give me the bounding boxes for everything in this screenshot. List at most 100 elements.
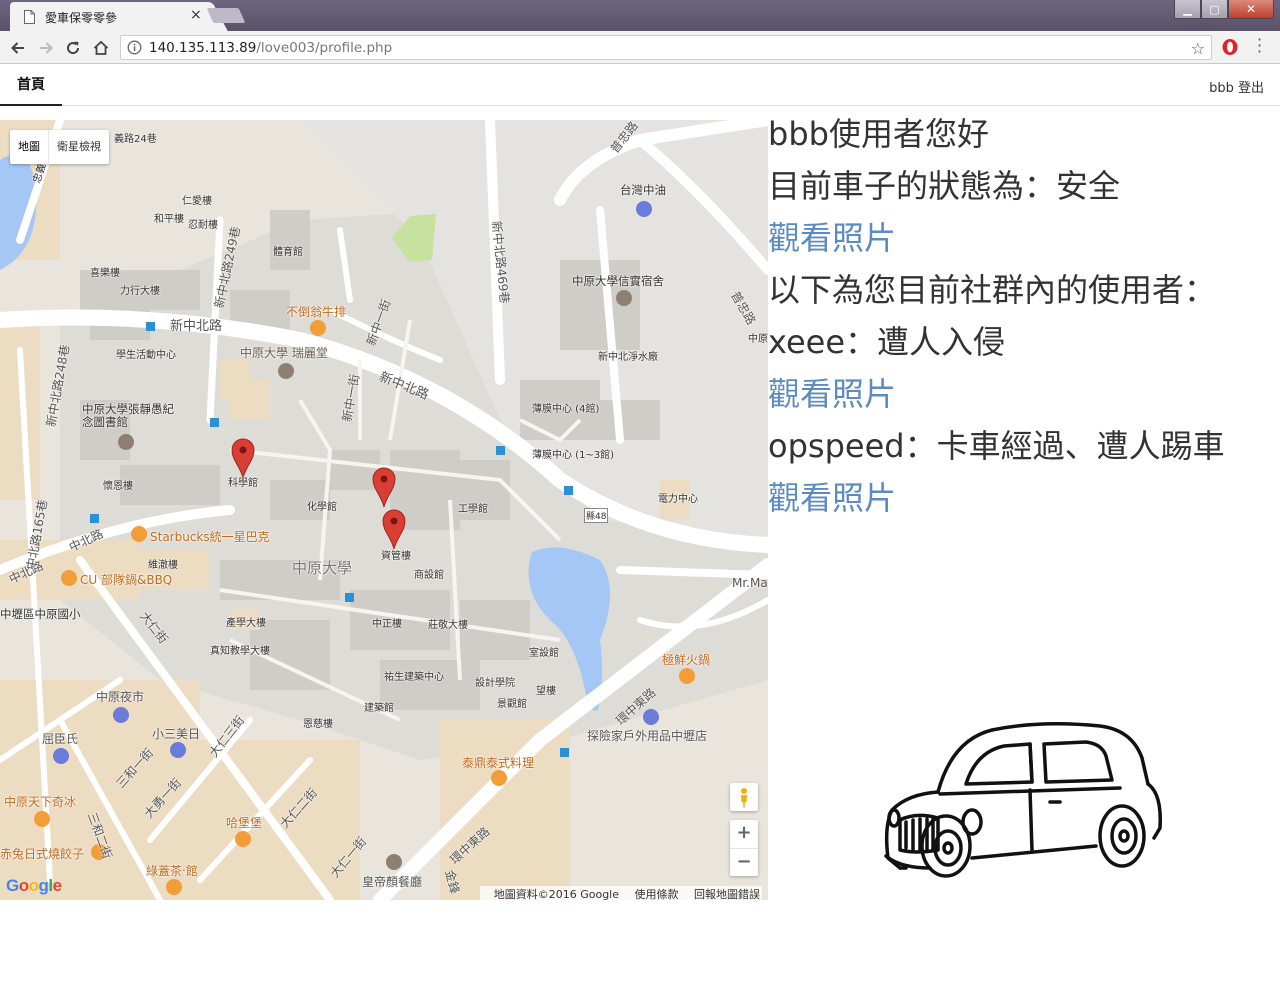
map-label: 中原大學張靜愚紀念圖書館	[82, 402, 174, 429]
route-shield: 縣48	[584, 508, 609, 523]
map-label: 新中北路	[170, 319, 223, 334]
nav-home-link[interactable]: 首頁	[0, 65, 62, 106]
map-type-map-button[interactable]: 地圖	[10, 130, 48, 164]
map-type-satellite-button[interactable]: 衛星檢視	[48, 130, 109, 164]
new-tab-button[interactable]	[206, 8, 246, 23]
map-label: 維澈樓	[148, 560, 178, 571]
map-label: 莊敬大樓	[428, 620, 468, 631]
map-label: 薄膜中心 (4館)	[532, 404, 600, 415]
zoom-in-button[interactable]: +	[730, 820, 758, 848]
map-label: 設計學院	[475, 678, 515, 689]
map-label: 懷恩樓	[103, 481, 133, 492]
opera-icon[interactable]	[1221, 38, 1239, 56]
browser-toolbar: 140.135.113.89/love003/profile.php ☆ · · ·	[0, 31, 1280, 64]
map-type-control: 地圖 衛星檢視	[10, 130, 109, 164]
map-label: 泰鼎泰式料理	[462, 756, 535, 770]
map-label: 恩慈樓	[303, 719, 333, 730]
map-label: 中原大學	[292, 559, 353, 577]
close-window-button[interactable]: ✕	[1228, 0, 1274, 19]
map-label: 哈堡堡	[226, 816, 263, 830]
map-label: 新中北淨水廠	[598, 352, 658, 363]
google-map[interactable]: 義路24巷 忠義路23巷 仁愛樓 和平樓 忍耐樓 體育館 喜樂樓 力行大樓 新中…	[0, 120, 768, 900]
map-label: 望樓	[536, 686, 556, 697]
map-label: 赤兔日式燒餃子	[0, 847, 85, 861]
restore-button[interactable]: ▢	[1201, 0, 1228, 19]
status-panel: bbb使用者您好 目前車子的狀態為：安全 觀看照片 以下為您目前社群內的使用者：…	[768, 108, 1280, 524]
address-bar[interactable]: 140.135.113.89/love003/profile.php ☆	[120, 35, 1212, 60]
map-label: 中正樓	[372, 619, 402, 630]
home-icon[interactable]	[92, 39, 110, 57]
map-label: CU 部隊鍋&BBQ	[80, 573, 173, 587]
info-icon[interactable]	[127, 40, 142, 55]
kebab-menu-icon[interactable]: · · ·	[1257, 32, 1262, 60]
google-logo: Google	[6, 876, 62, 895]
url-host: 140.135.113.89	[149, 40, 257, 56]
map-label: 學生活動中心	[116, 350, 176, 361]
community-user-status: xeee：遭人入侵	[768, 323, 1006, 361]
map-label: 薄膜中心 (1~3館)	[532, 450, 615, 461]
map-label: 不倒翁牛排	[286, 305, 347, 319]
logout-link[interactable]: bbb 登出	[1209, 77, 1264, 96]
star-icon[interactable]: ☆	[1191, 39, 1205, 58]
map-label: 真知教學大樓	[210, 646, 270, 657]
map-label: 商設館	[414, 570, 444, 581]
terms-link[interactable]: 使用條款	[635, 888, 679, 900]
map-footer: 地圖資料©2016 Google 使用條款 回報地圖錯誤	[479, 886, 762, 900]
map-label: 景觀館	[497, 699, 527, 710]
view-photo-link[interactable]: 觀看照片	[768, 368, 1280, 420]
map-label: 產學大樓	[226, 618, 266, 629]
car-status-text: 目前車子的狀態為：安全	[768, 167, 1121, 205]
map-label: 忍耐樓	[188, 220, 218, 231]
greeting-text: bbb使用者您好	[768, 115, 989, 153]
map-label: 祐生建築中心	[384, 672, 444, 683]
view-photo-link[interactable]: 觀看照片	[768, 212, 1280, 264]
map-label: 中原大學信實宿舍	[572, 274, 664, 288]
map-label: 力行大樓	[120, 286, 160, 297]
map-label: 中壢區中原國小	[0, 607, 81, 621]
arrow-right-icon[interactable]	[37, 39, 55, 57]
browser-tab[interactable]: 愛車保零零參 ×	[10, 2, 206, 31]
url-path: /love003/profile.php	[256, 40, 393, 56]
map-label: 喜樂樓	[90, 268, 120, 279]
map-label: 科學館	[228, 478, 258, 489]
map-label: 仁愛樓	[182, 196, 212, 207]
car-drawing-icon	[884, 722, 1162, 878]
tab-title: 愛車保零零參	[45, 11, 118, 25]
map-label: 探險家戶外用品中壢店	[587, 729, 708, 743]
document-icon	[24, 10, 35, 24]
map-label: 屈臣氏	[42, 732, 79, 746]
map-label: 極鮮火鍋	[662, 653, 711, 667]
map-label: 皇帝顏餐廳	[362, 875, 423, 889]
view-photo-link[interactable]: 觀看照片	[768, 472, 1280, 524]
map-label: 義路24巷	[114, 134, 157, 145]
map-label: 和平樓	[154, 214, 184, 225]
map-label: 綠蓋茶‧館	[146, 864, 198, 878]
pegman-icon[interactable]	[730, 783, 758, 811]
arrow-left-icon[interactable]	[9, 39, 27, 57]
tab-close-icon[interactable]: ×	[190, 7, 202, 23]
community-header: 以下為您目前社群內的使用者：	[768, 271, 1217, 309]
map-label: 室設館	[529, 648, 559, 659]
map-label: 中原夜市	[96, 690, 145, 704]
site-navbar: 首頁 bbb 登出	[0, 65, 1280, 106]
map-label: 中原天下奇冰	[4, 795, 77, 809]
map-label: Mr.Ma	[732, 576, 768, 590]
window-titlebar: 愛車保零零參 × ▁ ▢ ✕	[0, 0, 1280, 31]
map-label: 資管樓	[381, 551, 411, 562]
reload-icon[interactable]	[64, 39, 82, 57]
map-data-attribution: 地圖資料©2016 Google	[493, 888, 619, 900]
map-label: 小三美日	[152, 727, 201, 741]
map-label: Starbucks統一星巴克	[150, 530, 270, 544]
report-error-link[interactable]: 回報地圖錯誤	[694, 888, 760, 900]
map-label: 中原大學 瑞麗堂	[240, 346, 328, 360]
map-label: 工學館	[458, 504, 488, 515]
map-label: 電力中心	[658, 494, 698, 505]
map-label: 中原	[748, 334, 768, 345]
zoom-control: + −	[730, 820, 758, 876]
map-label: 化學館	[307, 502, 337, 513]
zoom-out-button[interactable]: −	[730, 848, 758, 876]
community-user-status: opspeed：卡車經過、遭人踢車	[768, 427, 1225, 465]
url-text[interactable]: 140.135.113.89/love003/profile.php	[149, 40, 392, 56]
map-label: 建築館	[364, 703, 394, 714]
minimize-button[interactable]: ▁	[1174, 0, 1201, 19]
